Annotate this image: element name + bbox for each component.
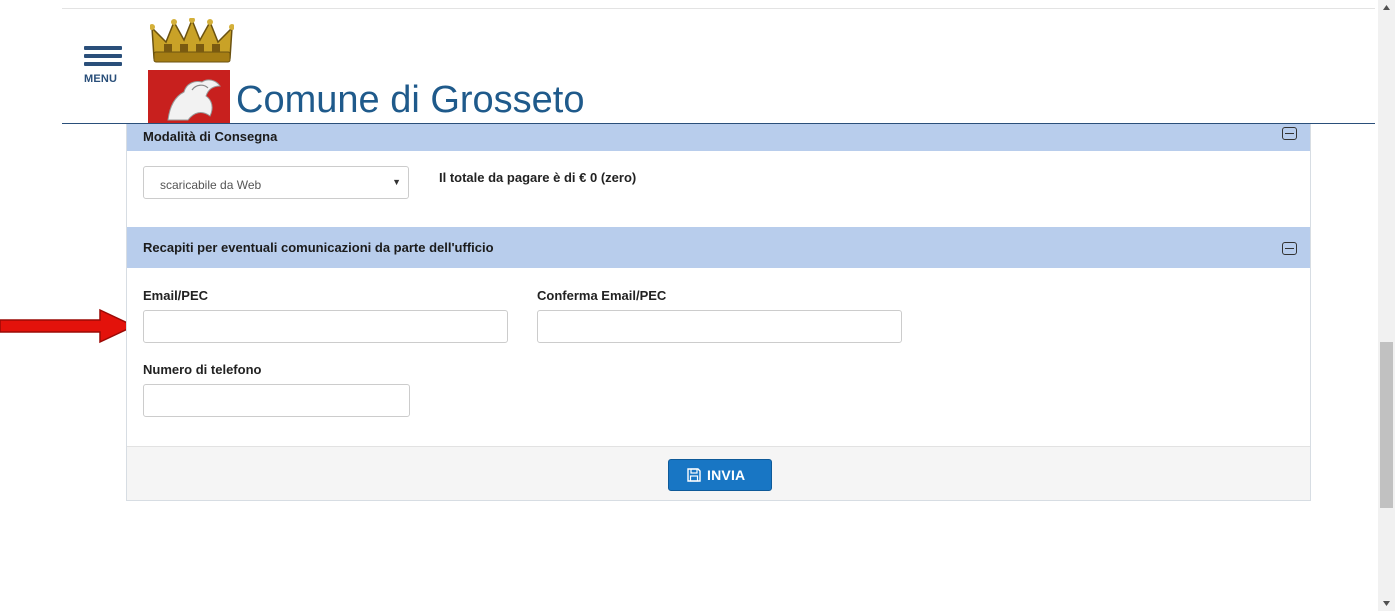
email-field[interactable]	[143, 310, 508, 343]
menu-icon-bar	[84, 62, 122, 66]
delivery-method-select[interactable]: scaricabile da Web ▼	[143, 166, 409, 199]
form-panel: Modalità di Consegna scaricabile da Web …	[126, 124, 1311, 501]
form-footer: INVIA	[127, 446, 1310, 500]
site-title[interactable]: Comune di Grosseto	[236, 80, 585, 120]
menu-icon-bar	[84, 46, 122, 50]
collapse-icon[interactable]	[1282, 127, 1297, 140]
save-icon	[687, 468, 701, 482]
scrollbar-thumb[interactable]	[1380, 342, 1393, 508]
menu-label: MENU	[84, 73, 118, 85]
submit-button-label: INVIA	[707, 467, 746, 483]
section-header-contacts[interactable]: Recapiti per eventuali comunicazioni da …	[127, 227, 1310, 268]
confirm-email-field[interactable]	[537, 310, 902, 343]
top-divider	[62, 8, 1375, 9]
scroll-down-arrow-icon[interactable]	[1378, 594, 1395, 611]
phone-field[interactable]	[143, 384, 410, 417]
delivery-method-value: scaricabile da Web	[160, 178, 262, 192]
menu-button[interactable]: MENU	[84, 46, 124, 86]
menu-icon-bar	[84, 54, 122, 58]
section-title-contacts: Recapiti per eventuali comunicazioni da …	[143, 240, 494, 255]
email-label: Email/PEC	[143, 288, 209, 303]
red-arrow-annotation	[0, 308, 136, 344]
total-to-pay-text: Il totale da pagare è di € 0 (zero)	[439, 170, 637, 185]
crown-logo	[150, 18, 234, 63]
collapse-icon[interactable]	[1282, 242, 1297, 255]
section-title-delivery: Modalità di Consegna	[143, 129, 278, 144]
confirm-email-label: Conferma Email/PEC	[537, 288, 667, 303]
chevron-down-icon: ▼	[392, 177, 401, 187]
coat-of-arms-logo	[148, 70, 230, 126]
section-header-delivery[interactable]: Modalità di Consegna	[127, 124, 1310, 151]
submit-button[interactable]: INVIA	[668, 459, 772, 491]
scroll-up-arrow-icon[interactable]	[1378, 0, 1395, 17]
phone-label: Numero di telefono	[143, 362, 262, 377]
vertical-scrollbar[interactable]	[1378, 0, 1395, 611]
